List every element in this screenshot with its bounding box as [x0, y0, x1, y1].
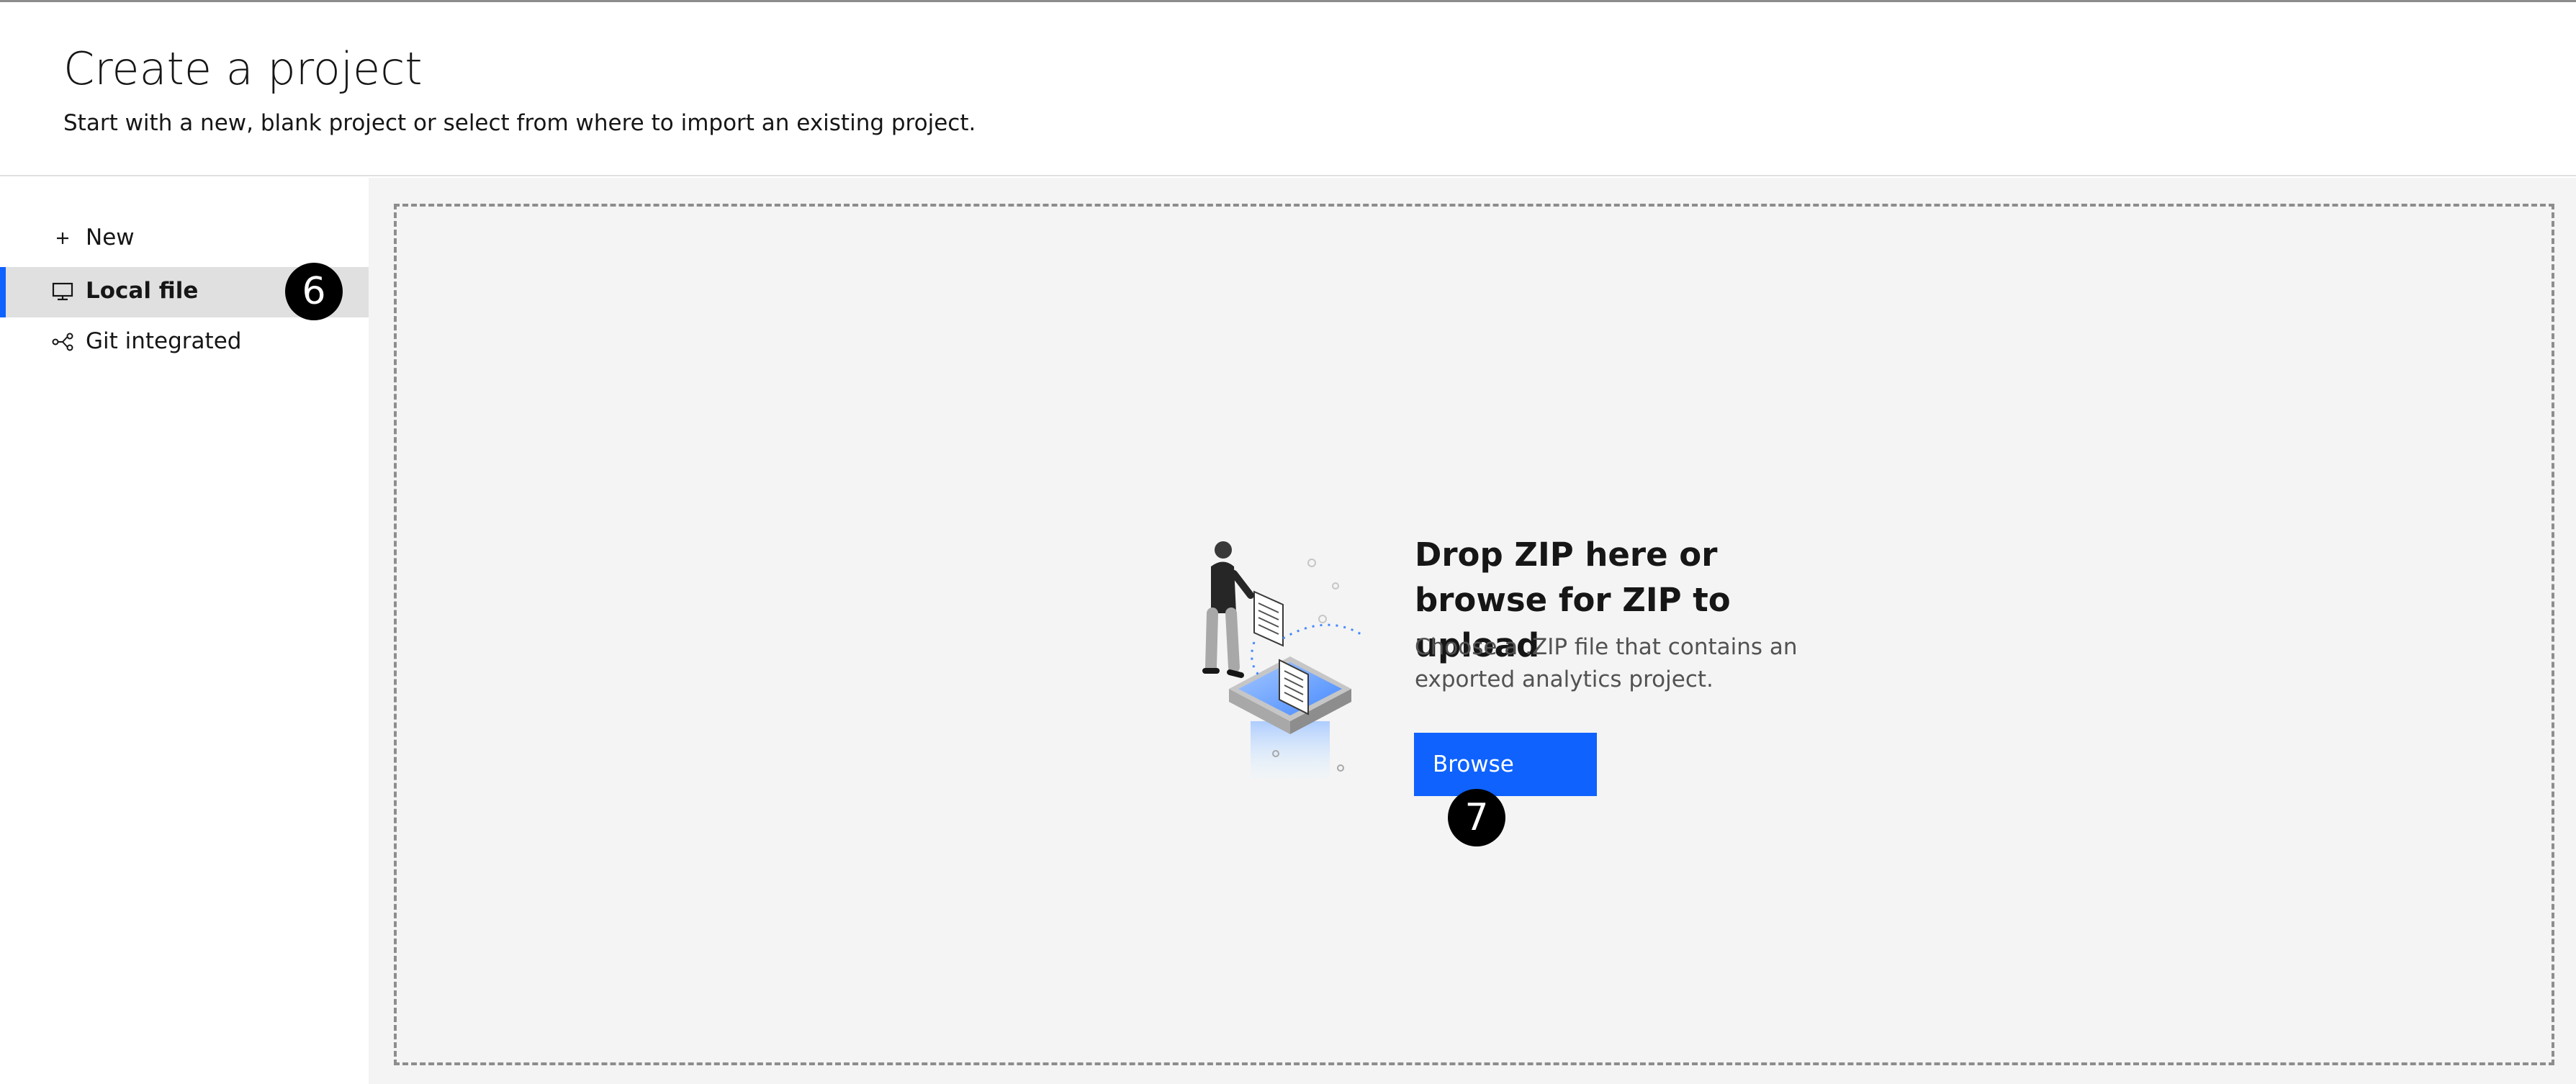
page-title: Create a project	[63, 42, 423, 95]
sidebar-item-label: New	[86, 225, 135, 250]
sidebar-item-git-integrated[interactable]: Git integrated	[0, 317, 369, 368]
sidebar-item-new[interactable]: New	[0, 214, 369, 264]
file-drop-zone[interactable]: Drop ZIP here or browse for ZIP to uploa…	[394, 204, 2554, 1065]
page-header: Create a project Start with a new, blank…	[0, 2, 2576, 176]
upload-panel: Drop ZIP here or browse for ZIP to uploa…	[369, 178, 2576, 1084]
browse-button[interactable]: Browse	[1414, 733, 1597, 796]
dropzone-description: Choose a .ZIP file that contains an expo…	[1415, 634, 1798, 692]
sidebar-item-label: Git integrated	[86, 328, 242, 354]
annotation-callout-6: 6	[285, 263, 343, 320]
annotation-callout-7: 7	[1448, 789, 1505, 846]
git-branch-icon	[52, 333, 73, 351]
selected-indicator	[0, 267, 6, 317]
page-subtitle: Start with a new, blank project or selec…	[63, 110, 976, 136]
plus-icon	[57, 232, 68, 244]
computer-icon	[52, 282, 73, 301]
person-uploading-file-illustration	[1202, 541, 1363, 779]
sidebar-item-label: Local file	[86, 278, 199, 304]
